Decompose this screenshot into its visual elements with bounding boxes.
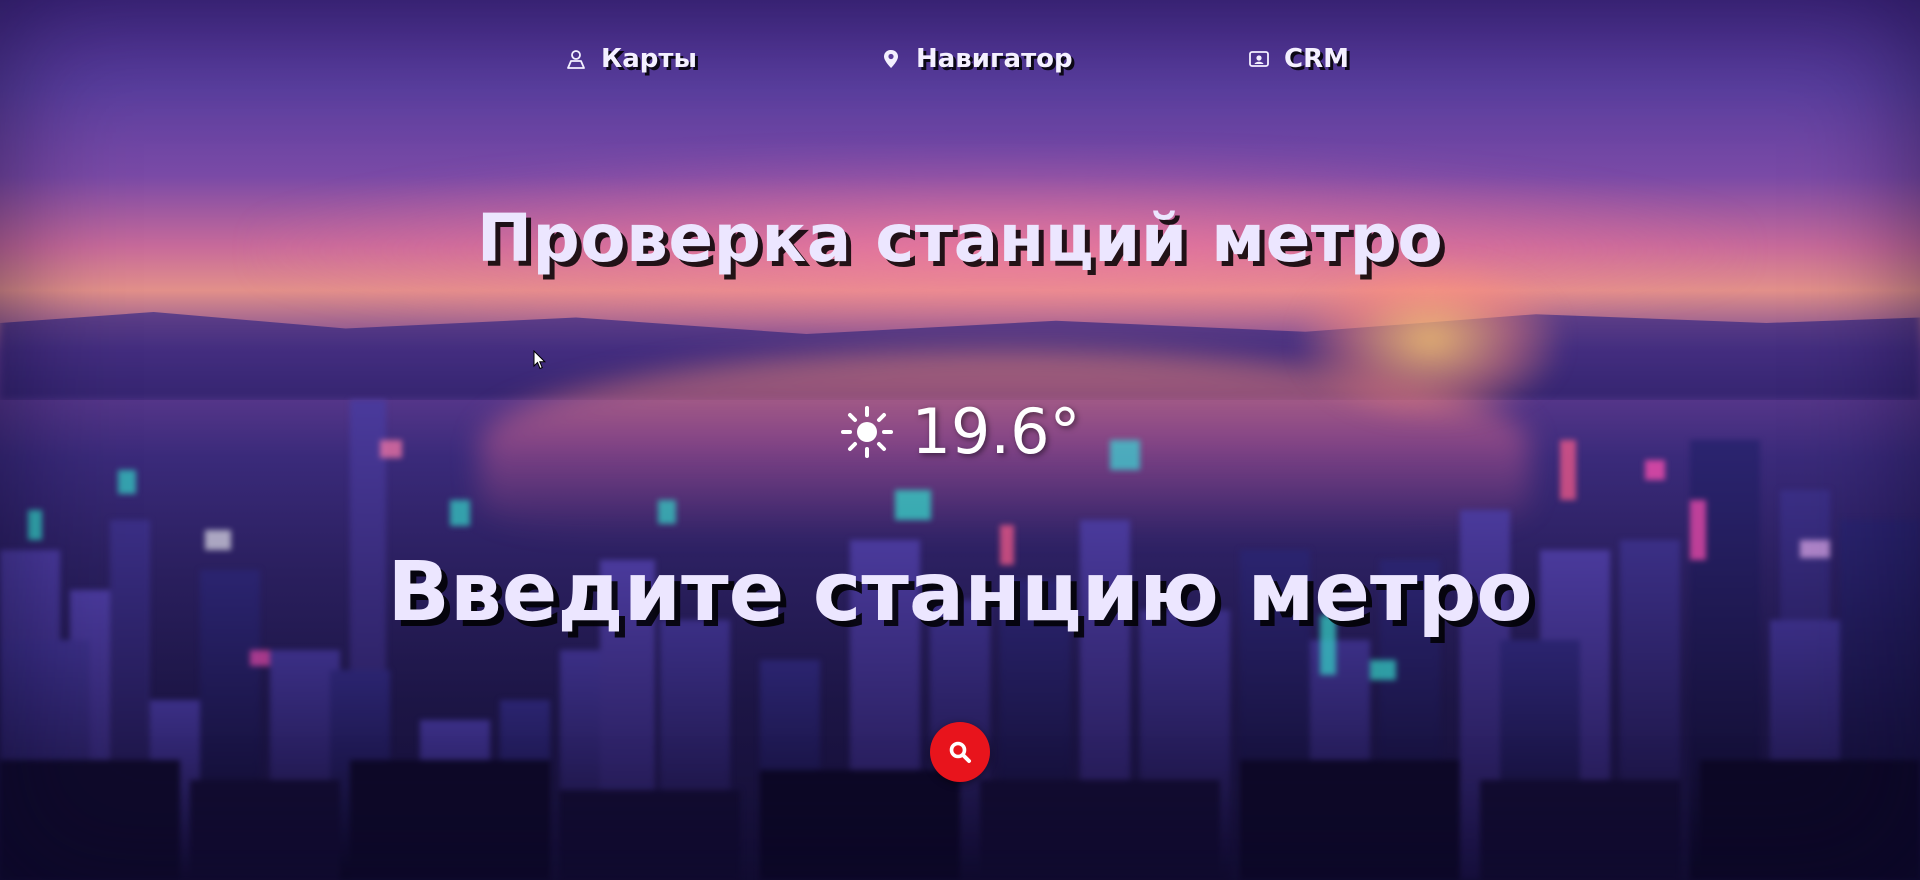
search-button[interactable] bbox=[930, 722, 990, 782]
nav-item-label: CRM bbox=[1284, 44, 1349, 74]
nav-item-maps[interactable]: Карты bbox=[565, 44, 697, 74]
nav-item-navigator[interactable]: Навигатор bbox=[880, 44, 1073, 74]
nav-item-crm[interactable]: CRM bbox=[1248, 44, 1349, 74]
mouse-cursor-icon bbox=[533, 350, 547, 370]
page-title: Проверка станций метро bbox=[476, 200, 1444, 277]
nav-item-label: Навигатор bbox=[916, 44, 1073, 74]
page: Карты Навигатор CRM Проверка станций мет… bbox=[0, 0, 1920, 880]
weather-widget: 19.6° bbox=[0, 395, 1920, 468]
temperature-value: 19.6° bbox=[911, 395, 1081, 468]
sun-icon bbox=[841, 405, 894, 458]
station-prompt: Введите станцию метро bbox=[387, 545, 1533, 640]
search-icon bbox=[949, 741, 971, 763]
contact-card-icon bbox=[1248, 48, 1270, 70]
map-marker-icon bbox=[880, 48, 902, 70]
person-pin-icon bbox=[565, 48, 587, 70]
nav-item-label: Карты bbox=[601, 44, 697, 74]
top-navigation: Карты Навигатор CRM bbox=[0, 44, 1920, 84]
city-skyline bbox=[0, 400, 1920, 880]
background-hills bbox=[0, 312, 1920, 400]
